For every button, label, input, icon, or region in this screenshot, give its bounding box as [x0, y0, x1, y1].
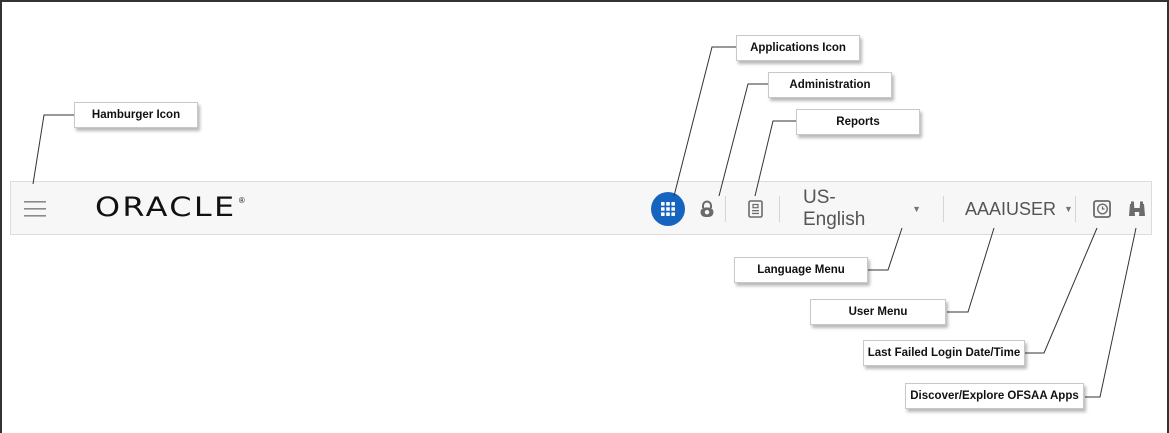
callout-last-failed: Last Failed Login Date/Time: [863, 340, 1025, 366]
callout-reports: Reports: [796, 109, 920, 135]
callout-language: Language Menu: [734, 257, 868, 283]
callout-applications: Applications Icon: [736, 35, 860, 61]
callout-user: User Menu: [810, 299, 946, 325]
callout-discover: Discover/Explore OFSAA Apps: [905, 383, 1084, 409]
callout-hamburger: Hamburger Icon: [74, 102, 198, 128]
callout-administration: Administration: [768, 72, 892, 98]
callout-leader-lines: [32, 46, 1137, 398]
